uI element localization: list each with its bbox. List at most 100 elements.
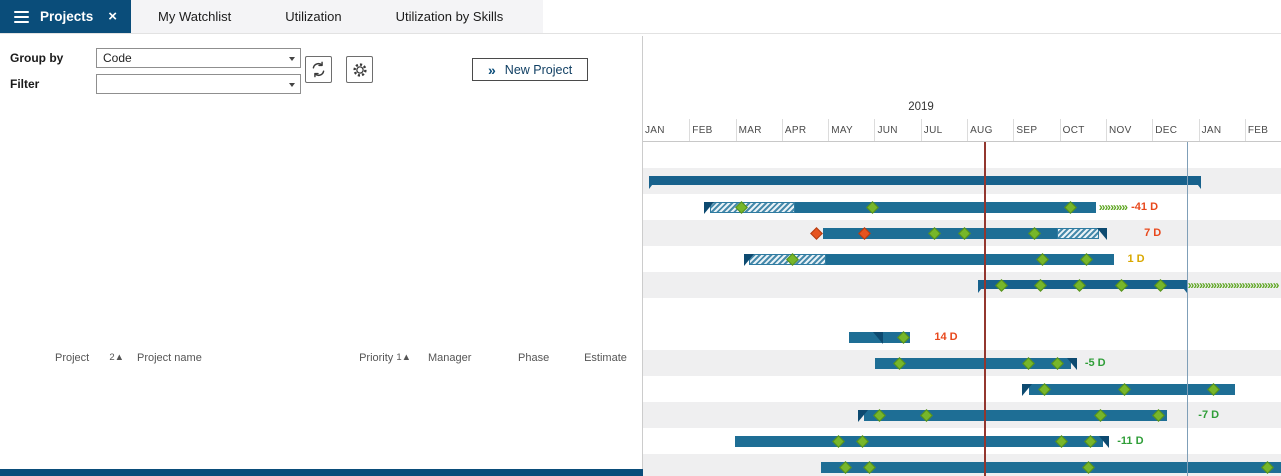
gantt-bar[interactable] (735, 436, 1103, 447)
month-label: JAN (643, 119, 689, 141)
menu-icon[interactable] (14, 11, 29, 23)
gantt-lane: »»»»»-41 D (643, 194, 1281, 220)
group-by-select[interactable]: Code (96, 48, 301, 68)
column-header-priority-label: Priority (359, 352, 393, 364)
month-label: MAY (828, 119, 874, 141)
month-label: OCT (1060, 119, 1106, 141)
critical-milestone-diamond[interactable] (810, 227, 823, 240)
new-project-button[interactable]: » New Project (472, 58, 588, 81)
bar-start-marker (1022, 384, 1032, 396)
tab-utilization-label: Utilization (285, 9, 341, 24)
toolbar: Group by Code Filter » New Project (0, 34, 643, 120)
column-header-phase[interactable]: Phase (504, 352, 568, 364)
gantt-lane (643, 142, 1281, 168)
delay-label: -7 D (1198, 408, 1219, 422)
gantt-lane: 14 D (643, 324, 1281, 350)
tab-my-watchlist-label: My Watchlist (158, 9, 231, 24)
bar-start-marker (704, 202, 714, 214)
tab-my-watchlist[interactable]: My Watchlist (131, 0, 258, 33)
gantt-lane: 7 D (643, 220, 1281, 246)
today-line (984, 142, 986, 476)
column-header-project-label: Project (55, 352, 89, 364)
gantt-lane: -11 D (643, 428, 1281, 454)
delay-label: 7 D (1144, 226, 1161, 240)
month-label: APR (782, 119, 828, 141)
gantt-bar[interactable] (864, 410, 1168, 421)
tab-projects[interactable]: Projects × (0, 0, 131, 33)
month-labels-row: JANFEBMARAPRMAYJUNJULAUGSEPOCTNOVDECJANF… (643, 119, 1281, 141)
bar-end-marker (1099, 436, 1109, 448)
month-label: AUG (967, 119, 1013, 141)
bar-end-marker (1097, 228, 1107, 240)
bar-end-marker (1067, 358, 1077, 370)
month-label: MAR (736, 119, 782, 141)
chevron-down-icon (289, 83, 295, 87)
gantt-bar[interactable] (1029, 384, 1235, 395)
close-tab-icon[interactable]: × (108, 9, 117, 24)
gear-icon (351, 61, 369, 79)
gantt-timescale-header: 2019 JANFEBMARAPRMAYJUNJULAUGSEPOCTNOVDE… (643, 96, 1281, 142)
column-header-project-name[interactable]: Project name (130, 352, 358, 364)
month-label: JUL (921, 119, 967, 141)
tab-bar: Projects × My Watchlist Utilization Util… (0, 0, 1281, 34)
bar-end-marker (873, 332, 883, 344)
month-label: DEC (1152, 119, 1198, 141)
refresh-icon (310, 61, 327, 78)
gantt-bar[interactable] (821, 462, 1281, 473)
delay-label: 1 D (1127, 252, 1144, 266)
delay-label: -5 D (1085, 356, 1106, 370)
gantt-lane (643, 168, 1281, 194)
year-label: 2019 (643, 101, 1199, 113)
tab-utilization-by-skills[interactable]: Utilization by Skills (369, 0, 531, 33)
month-label: JUN (874, 119, 920, 141)
tab-utilization-by-skills-label: Utilization by Skills (396, 9, 504, 24)
gantt-lane: »»»»»»»»»»»»»»»» (643, 272, 1281, 298)
reference-line (1187, 142, 1188, 476)
gantt-lane: -5 D (643, 350, 1281, 376)
delay-label: -41 D (1131, 200, 1158, 214)
tab-utilization[interactable]: Utilization (258, 0, 368, 33)
gantt-lane: 1 D (643, 246, 1281, 272)
gantt-lane (643, 376, 1281, 402)
filter-label: Filter (10, 77, 39, 91)
column-header-phase-label: Phase (518, 352, 549, 364)
summary-bar[interactable] (649, 176, 1201, 185)
month-label: JAN (1199, 119, 1245, 141)
column-header-manager[interactable]: Manager (414, 352, 504, 364)
bar-start-marker (744, 254, 754, 266)
month-label: SEP (1013, 119, 1059, 141)
sort-indicator-priority: 1▲ (396, 352, 411, 364)
double-chevron-icon: » (488, 63, 496, 77)
settings-button[interactable] (346, 56, 373, 83)
filter-select[interactable] (96, 74, 301, 94)
delay-chevrons: »»»»» (1099, 200, 1129, 214)
month-label: FEB (1245, 119, 1281, 141)
group-by-value: Code (103, 51, 132, 65)
sort-indicator-project: 2▲ (109, 352, 124, 364)
planned-bar-hatched[interactable] (1057, 228, 1099, 239)
new-project-label: New Project (505, 63, 572, 77)
horizontal-scrollbar[interactable] (0, 469, 643, 476)
group-by-label: Group by (10, 51, 63, 65)
tab-projects-label: Projects (40, 9, 93, 24)
column-header-priority[interactable]: Priority 1▲ (358, 352, 414, 364)
month-label: NOV (1106, 119, 1152, 141)
planta-project-app: Projects × My Watchlist Utilization Util… (0, 0, 1281, 476)
gantt-lane (643, 454, 1281, 476)
gantt-lane (643, 298, 1281, 324)
chevron-down-icon (289, 57, 295, 61)
month-label: FEB (689, 119, 735, 141)
refresh-button[interactable] (305, 56, 332, 83)
gantt-lane: -7 D (643, 402, 1281, 428)
delay-chevrons: »»»»»»»»»»»»»»»» (1188, 278, 1281, 292)
delay-label: -11 D (1117, 434, 1143, 448)
table-header-row: Project 2▲ Project name Priority 1▲ Mana… (0, 120, 643, 476)
planned-bar-hatched[interactable] (710, 202, 796, 213)
gantt-bar[interactable] (826, 254, 1114, 265)
column-header-project[interactable]: Project 2▲ (40, 352, 130, 364)
delay-label: 14 D (934, 330, 957, 344)
bar-start-marker (858, 410, 868, 422)
column-header-project-name-label: Project name (137, 352, 202, 364)
gantt-bar[interactable] (795, 202, 1096, 213)
column-header-estimate[interactable]: Estimate (568, 352, 643, 364)
